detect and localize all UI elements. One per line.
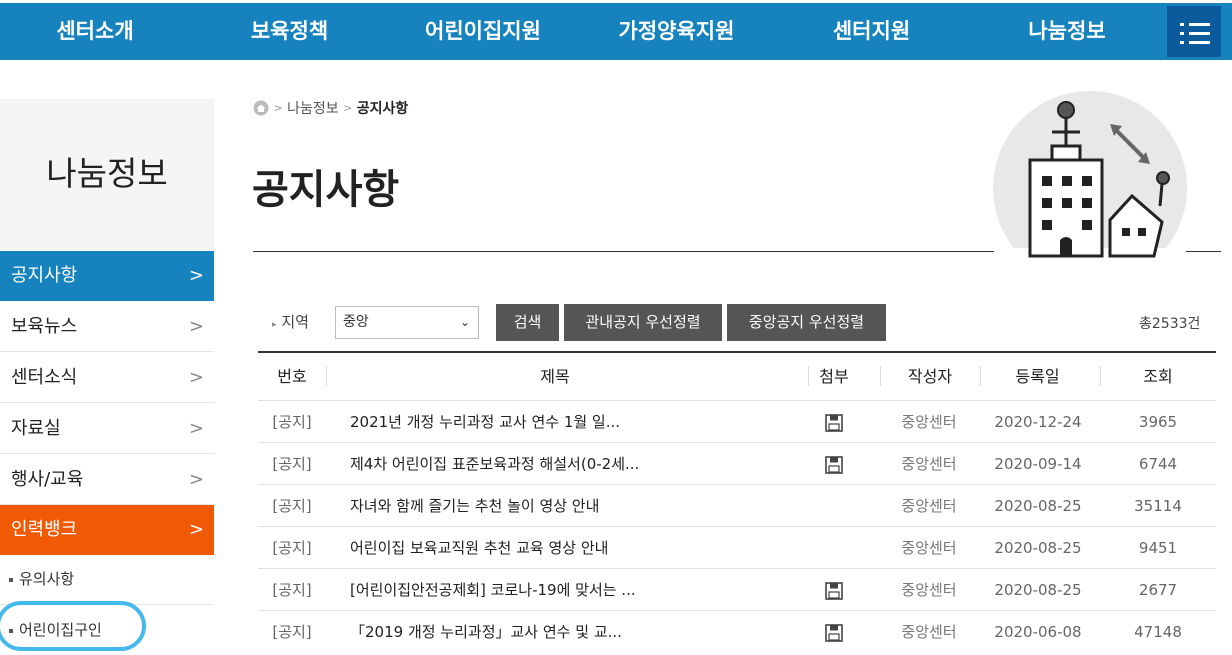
row-number: [공지] bbox=[272, 497, 312, 515]
row-date: 2020-09-14 bbox=[994, 455, 1082, 473]
breadcrumb-current: 공지사항 bbox=[356, 101, 409, 117]
row-author: 중앙센터 bbox=[901, 497, 957, 515]
row-number: [공지] bbox=[272, 539, 312, 557]
header-number: 번호 bbox=[277, 367, 307, 386]
row-date: 2020-12-24 bbox=[994, 413, 1082, 431]
bullet-icon bbox=[9, 578, 13, 582]
breadcrumb: > 나눔정보 > 공지사항 bbox=[253, 98, 408, 118]
sidebar-item-label: 인력뱅크 bbox=[11, 519, 78, 540]
nav-item-center-support[interactable]: 센터지원 bbox=[820, 3, 923, 60]
region-select-value: 중앙 bbox=[343, 314, 369, 330]
chevron-right-icon: > bbox=[188, 519, 204, 540]
region-label: ▸ 지역 bbox=[272, 312, 309, 335]
row-author: 중앙센터 bbox=[901, 623, 957, 641]
row-date: 2020-06-08 bbox=[994, 623, 1082, 641]
row-views: 9451 bbox=[1138, 539, 1178, 557]
sidebar-subitem-label: 유의사항 bbox=[19, 570, 75, 588]
header-views: 조회 bbox=[1143, 367, 1173, 386]
sidebar-item-childcare-news[interactable]: 보육뉴스 > bbox=[0, 302, 214, 352]
row-number: [공지] bbox=[272, 455, 312, 473]
chevron-right-icon: > bbox=[188, 469, 204, 490]
nav-item-daycare-support[interactable]: 어린이집지원 bbox=[412, 3, 554, 60]
row-author: 중앙센터 bbox=[901, 413, 957, 431]
row-date: 2020-08-25 bbox=[994, 539, 1082, 557]
header-separator bbox=[980, 366, 981, 386]
chevron-right-icon: > bbox=[188, 265, 204, 286]
header-author: 작성자 bbox=[907, 367, 953, 386]
home-icon[interactable] bbox=[253, 100, 269, 116]
breadcrumb-parent[interactable]: 나눔정보 bbox=[287, 101, 339, 117]
sidebar-item-job-bank[interactable]: 인력뱅크 > bbox=[0, 505, 214, 555]
breadcrumb-separator: > bbox=[343, 101, 353, 115]
nav-item-center-intro[interactable]: 센터소개 bbox=[40, 3, 150, 60]
header-title: 제목 bbox=[540, 367, 570, 386]
total-count: 총2533건 bbox=[1139, 316, 1201, 332]
region-label-text: 지역 bbox=[281, 313, 309, 331]
region-select[interactable]: 중앙 ⌄ bbox=[335, 306, 479, 339]
table-row[interactable]: [공지] 자녀와 함께 즐기는 추천 놀이 영상 안내 중앙센터 2020-08… bbox=[258, 484, 1216, 527]
sidebar-item-label: 자료실 bbox=[11, 418, 61, 439]
sidebar-title: 나눔정보 bbox=[46, 154, 168, 193]
row-author: 중앙센터 bbox=[901, 539, 957, 557]
row-number: [공지] bbox=[272, 413, 312, 431]
attachment-disk-icon[interactable] bbox=[814, 401, 854, 443]
row-views: 47148 bbox=[1134, 623, 1182, 641]
row-title-link[interactable]: 제4차 어린이집 표준보육과정 해설서(0-2세... bbox=[350, 443, 639, 485]
nav-item-childcare-policy[interactable]: 보육정책 bbox=[232, 3, 347, 60]
chevron-right-icon: > bbox=[188, 418, 204, 439]
sidebar-subitem-notes[interactable]: 유의사항 bbox=[0, 554, 214, 605]
row-date: 2020-08-25 bbox=[994, 497, 1082, 515]
sidebar-item-events-education[interactable]: 행사/교육 > bbox=[0, 455, 214, 505]
buildings-illustration bbox=[993, 91, 1187, 268]
attachment-disk-icon[interactable] bbox=[814, 569, 854, 611]
row-title-link[interactable]: [어린이집안전공제회] 코로나-19에 맞서는 ... bbox=[350, 569, 636, 611]
sort-local-first-button[interactable]: 관내공지 우선정렬 bbox=[564, 304, 722, 341]
chevron-right-icon: > bbox=[188, 316, 204, 337]
sidebar-item-label: 센터소식 bbox=[11, 367, 78, 388]
sidebar-item-notices[interactable]: 공지사항 > bbox=[0, 251, 214, 301]
highlight-annotation bbox=[0, 601, 146, 651]
chevron-right-icon: > bbox=[188, 367, 204, 388]
row-views: 2677 bbox=[1138, 581, 1178, 599]
breadcrumb-separator: > bbox=[273, 101, 283, 115]
row-title-link[interactable]: 2021년 개정 누리과정 교사 연수 1월 일... bbox=[350, 401, 620, 443]
row-author: 중앙센터 bbox=[901, 581, 957, 599]
sidebar-item-label: 보육뉴스 bbox=[11, 316, 78, 337]
row-date: 2020-08-25 bbox=[994, 581, 1082, 599]
header-separator bbox=[1100, 366, 1101, 386]
row-views: 6744 bbox=[1138, 455, 1178, 473]
table-row[interactable]: [공지] 2021년 개정 누리과정 교사 연수 1월 일... 중앙센터 20… bbox=[258, 400, 1216, 443]
row-title-link[interactable]: 「2019 개정 누리과정」교사 연수 및 교... bbox=[350, 611, 622, 653]
row-views: 35114 bbox=[1134, 497, 1182, 515]
row-author: 중앙센터 bbox=[901, 455, 957, 473]
nav-item-sharing-info[interactable]: 나눔정보 bbox=[1013, 3, 1121, 60]
menu-icon bbox=[1180, 23, 1184, 26]
sort-central-first-button[interactable]: 중앙공지 우선정렬 bbox=[727, 304, 886, 341]
sidebar-item-center-news[interactable]: 센터소식 > bbox=[0, 353, 214, 403]
top-navigation: 센터소개 보육정책 어린이집지원 가정양육지원 센터지원 나눔정보 bbox=[0, 0, 1232, 60]
table-row[interactable]: [공지] 제4차 어린이집 표준보육과정 해설서(0-2세... 중앙센터 20… bbox=[258, 442, 1216, 485]
hamburger-menu-button[interactable] bbox=[1167, 6, 1221, 57]
search-button[interactable]: 검색 bbox=[496, 304, 559, 341]
row-number: [공지] bbox=[272, 623, 312, 641]
row-title-link[interactable]: 어린이집 보육교직원 추천 교육 영상 안내 bbox=[350, 527, 608, 569]
sidebar-item-archive[interactable]: 자료실 > bbox=[0, 404, 214, 454]
row-views: 3965 bbox=[1138, 413, 1178, 431]
triangle-bullet-icon: ▸ bbox=[272, 320, 277, 330]
sidebar-item-label: 공지사항 bbox=[11, 265, 78, 286]
attachment-disk-icon[interactable] bbox=[814, 443, 854, 485]
table-row[interactable]: [공지] [어린이집안전공제회] 코로나-19에 맞서는 ... 중앙센터 20… bbox=[258, 568, 1216, 611]
table-row[interactable]: [공지] 어린이집 보육교직원 추천 교육 영상 안내 중앙센터 2020-08… bbox=[258, 526, 1216, 569]
row-number: [공지] bbox=[272, 581, 312, 599]
row-title-link[interactable]: 자녀와 함께 즐기는 추천 놀이 영상 안내 bbox=[350, 485, 599, 527]
nav-item-home-parenting[interactable]: 가정양육지원 bbox=[605, 3, 748, 60]
sidebar-item-label: 행사/교육 bbox=[11, 469, 84, 490]
page-title: 공지사항 bbox=[252, 167, 400, 213]
header-date: 등록일 bbox=[1015, 367, 1060, 386]
table-row[interactable]: [공지] 「2019 개정 누리과정」교사 연수 및 교... 중앙센터 202… bbox=[258, 610, 1216, 653]
attachment-disk-icon[interactable] bbox=[814, 611, 854, 653]
chevron-down-icon: ⌄ bbox=[459, 315, 470, 329]
header-attachment: 첨부 bbox=[819, 367, 849, 386]
